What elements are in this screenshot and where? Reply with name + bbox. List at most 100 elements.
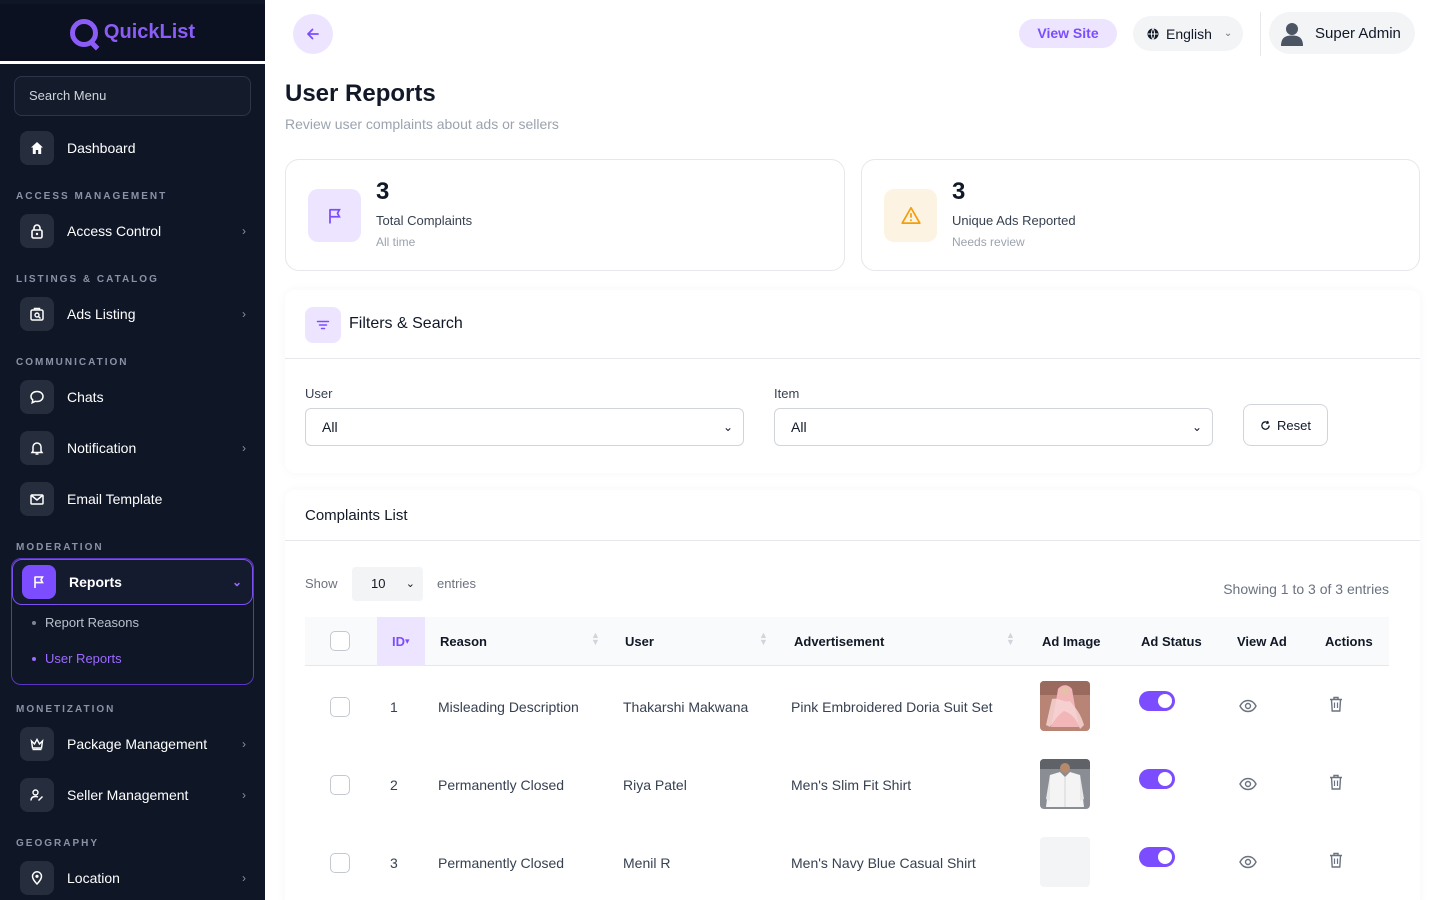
cell-user: Menil R (623, 855, 671, 871)
select-all-checkbox[interactable] (330, 631, 350, 651)
sidebar-item-label: Email Template (67, 491, 163, 507)
chat-bubble-icon (20, 380, 54, 414)
ad-thumbnail[interactable] (1040, 759, 1090, 809)
home-icon (20, 131, 54, 165)
row-checkbox[interactable] (330, 853, 350, 873)
sidebar-subitem-user-reports[interactable]: User Reports (32, 651, 122, 666)
ad-status-toggle[interactable] (1139, 769, 1175, 789)
sidebar-item-chats[interactable]: Chats (20, 379, 250, 415)
view-site-button[interactable]: View Site (1019, 19, 1117, 48)
globe-icon (1147, 27, 1159, 40)
user-filter-select[interactable]: All ⌄ (305, 408, 744, 446)
stat-card-total-complaints: 3 Total Complaints All time (285, 159, 845, 271)
sort-desc-icon: ▾ (405, 636, 410, 646)
cell-advertisement: Men's Navy Blue Casual Shirt (791, 855, 976, 871)
chevron-right-icon: › (242, 441, 246, 455)
item-filter-select[interactable]: All ⌄ (774, 408, 1213, 446)
ad-status-toggle[interactable] (1139, 691, 1175, 711)
ads-search-icon (20, 297, 54, 331)
sidebar-item-location[interactable]: Location › (20, 860, 250, 896)
page-size-select[interactable]: 10 ⌄ (352, 567, 423, 601)
sidebar-item-label: Package Management (67, 736, 208, 752)
search-menu-input[interactable]: Search Menu (14, 76, 251, 116)
trash-icon[interactable] (1329, 774, 1343, 790)
user-filter-label: User (305, 386, 333, 401)
language-selector[interactable]: English ⌄ (1133, 16, 1243, 51)
filters-panel: Filters & Search User All ⌄ Item All ⌄ R… (285, 290, 1420, 473)
row-checkbox[interactable] (330, 775, 350, 795)
sidebar-item-dashboard[interactable]: Dashboard (20, 130, 250, 166)
eye-icon[interactable] (1239, 853, 1257, 871)
reports-group: Reports ⌄ Report Reasons User Reports (11, 558, 254, 685)
section-geography: GEOGRAPHY (16, 838, 100, 849)
eye-icon[interactable] (1239, 697, 1257, 715)
column-header-reason[interactable]: Reason (440, 634, 487, 649)
column-header-id[interactable]: ID (392, 634, 405, 649)
section-access-management: ACCESS MANAGEMENT (16, 191, 168, 202)
page-size-value: 10 (371, 576, 386, 591)
flag-icon (308, 189, 361, 242)
trash-icon[interactable] (1329, 696, 1343, 712)
chevron-down-icon: ⌄ (722, 420, 733, 434)
ad-thumbnail-placeholder[interactable] (1040, 837, 1090, 887)
trash-icon[interactable] (1329, 852, 1343, 868)
divider (285, 540, 1420, 541)
user-menu[interactable]: Super Admin (1269, 12, 1415, 54)
sidebar-item-package-management[interactable]: Package Management › (20, 726, 250, 762)
reset-label: Reset (1277, 417, 1311, 433)
refresh-icon (1261, 420, 1270, 430)
sidebar-item-label: Chats (67, 389, 104, 405)
avatar (1281, 23, 1303, 46)
ad-status-toggle[interactable] (1139, 847, 1175, 867)
sidebar-item-label: Notification (67, 440, 137, 456)
column-header-advertisement[interactable]: Advertisement (794, 634, 884, 649)
arrow-left-icon (307, 28, 319, 40)
table-info: Showing 1 to 3 of 3 entries (1223, 581, 1389, 597)
chevron-down-icon: ⌄ (231, 575, 242, 589)
stat-label: Total Complaints (376, 213, 473, 228)
chevron-down-icon: ⌄ (405, 578, 415, 590)
column-header-user[interactable]: User (625, 634, 654, 649)
sidebar: QuickList Search Menu Dashboard ACCESS M… (0, 0, 265, 900)
header-divider (1260, 12, 1261, 56)
sidebar-subitem-report-reasons[interactable]: Report Reasons (32, 615, 139, 630)
eye-icon[interactable] (1239, 775, 1257, 793)
item-filter-value: All (791, 419, 807, 435)
row-checkbox[interactable] (330, 697, 350, 717)
stat-label: Unique Ads Reported (952, 213, 1076, 228)
logo[interactable]: QuickList (0, 4, 265, 64)
user-filter-value: All (322, 419, 338, 435)
ad-thumbnail[interactable] (1040, 681, 1090, 731)
stat-note: All time (376, 235, 416, 249)
filters-title: Filters & Search (349, 315, 463, 332)
chevron-down-icon: ⌄ (1223, 28, 1233, 39)
lock-icon (20, 214, 54, 248)
cell-advertisement: Pink Embroidered Doria Suit Set (791, 699, 993, 715)
stat-note: Needs review (952, 235, 1025, 249)
page-subtitle: Review user complaints about ads or sell… (285, 116, 559, 132)
complaints-list-panel: Complaints List Show 10 ⌄ entries Showin… (285, 490, 1420, 900)
section-communication: COMMUNICATION (16, 357, 129, 368)
stat-card-unique-ads: 3 Unique Ads Reported Needs review (861, 159, 1420, 271)
chevron-right-icon: › (242, 871, 246, 885)
sort-icon: ▲ ▼ (591, 630, 600, 647)
sidebar-item-reports[interactable]: Reports ⌄ (12, 559, 253, 605)
chevron-right-icon: › (242, 224, 246, 238)
chevron-right-icon: › (242, 307, 246, 321)
main-content: View Site English ⌄ Super Admin User Rep… (265, 0, 1440, 900)
sidebar-item-notification[interactable]: Notification › (20, 430, 250, 466)
entries-label: entries (437, 576, 477, 591)
user-edit-icon (20, 778, 54, 812)
table-header: ID ▾ Reason ▲ ▼ User ▲ ▼ Advertisement ▲ ▼ … (305, 617, 1389, 666)
cell-id: 3 (390, 855, 398, 871)
sidebar-item-access-control[interactable]: Access Control › (20, 213, 250, 249)
chevron-right-icon: › (242, 737, 246, 751)
reset-button[interactable]: Reset (1243, 404, 1328, 446)
sidebar-item-ads-listing[interactable]: Ads Listing › (20, 296, 250, 332)
sidebar-item-seller-management[interactable]: Seller Management › (20, 777, 250, 813)
sidebar-item-label: Dashboard (67, 140, 136, 156)
sidebar-item-email-template[interactable]: Email Template (20, 481, 250, 517)
back-button[interactable] (293, 14, 333, 54)
sidebar-item-label: Reports (69, 574, 122, 590)
chevron-right-icon: › (242, 788, 246, 802)
